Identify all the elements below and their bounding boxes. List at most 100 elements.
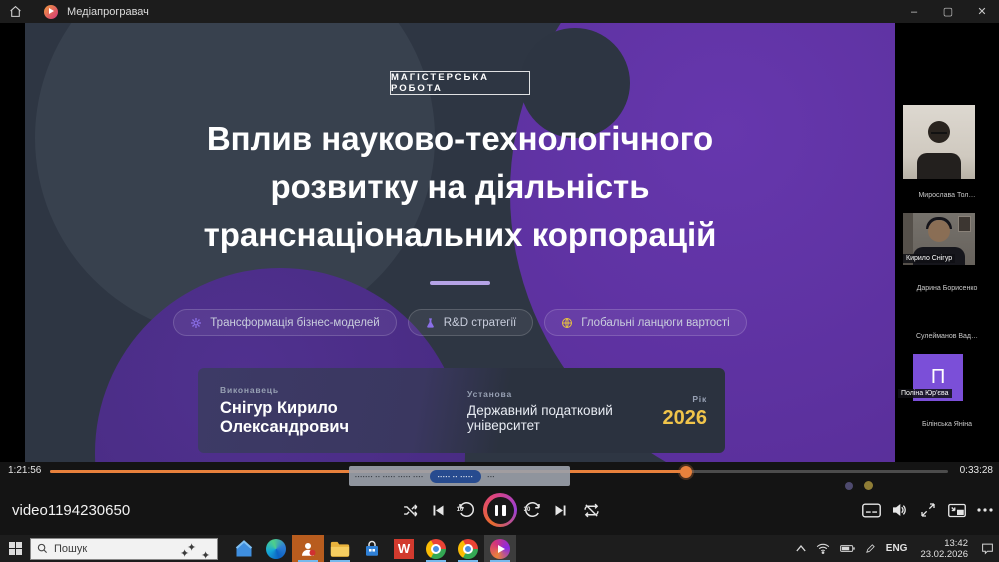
remaining-time: 0:33:28 bbox=[960, 465, 993, 476]
video-notification-banner: ▪▪▪▪▪▪▪ ▪▪ ▪▪▪▪▪ ▪▪▪▪▪ ▪▪▪▪ ▪▪▪▪▪ ▪▪ ▪▪▪… bbox=[349, 466, 570, 486]
battery-icon[interactable] bbox=[835, 535, 860, 562]
globe-icon bbox=[561, 317, 573, 329]
previous-button[interactable] bbox=[424, 496, 452, 524]
edge-icon bbox=[266, 539, 286, 559]
year-block: Рік 2026 bbox=[663, 394, 726, 428]
shuffle-icon bbox=[402, 502, 419, 519]
video-viewport[interactable]: МАГІСТЕРСЬКА РОБОТА Вплив науково-технол… bbox=[0, 23, 999, 462]
subtitles-icon bbox=[862, 503, 881, 518]
fullscreen-icon bbox=[920, 502, 936, 518]
title-divider bbox=[430, 281, 490, 285]
taskbar: Пошук ✦✦✦ bbox=[0, 535, 999, 562]
slide-title-line: Вплив науково-технологічного bbox=[85, 115, 835, 163]
system-tray: ENG 13:42 23.02.2026 bbox=[791, 535, 999, 562]
rewind-10-button[interactable]: 10 bbox=[452, 496, 480, 524]
slide-title-line: розвитку на діяльність bbox=[85, 163, 835, 211]
avatar bbox=[917, 153, 961, 179]
slide-badge: МАГІСТЕРСЬКА РОБОТА bbox=[390, 71, 530, 95]
more-options-icon bbox=[977, 508, 993, 512]
edge-browser-icon[interactable] bbox=[260, 535, 292, 562]
gear-icon bbox=[190, 317, 202, 329]
titlebar: Медіапрогравач – ▢ ✕ bbox=[0, 0, 999, 23]
search-placeholder: Пошук bbox=[54, 543, 87, 555]
media-title: video1194230650 bbox=[12, 502, 130, 519]
media-player-taskbar-icon[interactable] bbox=[484, 535, 516, 562]
w-letter-icon: W bbox=[394, 539, 414, 559]
participant-name: Сулейманов Вад… bbox=[895, 333, 999, 340]
store-bag-icon bbox=[363, 540, 381, 558]
shuffle-button[interactable] bbox=[396, 496, 424, 524]
year-value: 2026 bbox=[663, 408, 708, 428]
next-track-icon bbox=[553, 503, 568, 518]
avatar bbox=[931, 132, 947, 136]
seek-knob[interactable] bbox=[680, 466, 692, 478]
volume-button[interactable] bbox=[885, 496, 913, 524]
chip-label: R&D стратегії bbox=[444, 317, 517, 329]
close-button[interactable]: ✕ bbox=[965, 0, 999, 23]
action-center-icon[interactable] bbox=[976, 535, 999, 562]
pause-button[interactable] bbox=[483, 493, 517, 527]
participant-video bbox=[903, 105, 975, 179]
pen-icon[interactable] bbox=[860, 535, 881, 562]
rewind-10-label: 10 bbox=[457, 507, 464, 513]
mini-player-button[interactable] bbox=[943, 496, 971, 524]
notification-text-illegible: ▪▪▪▪▪▪▪ ▪▪ ▪▪▪▪▪ ▪▪▪▪▪ ▪▪▪▪ bbox=[355, 474, 424, 479]
search-icon bbox=[37, 543, 48, 554]
chrome-browser-icon[interactable] bbox=[420, 535, 452, 562]
tray-chevron-icon[interactable] bbox=[791, 535, 811, 562]
language-indicator[interactable]: ENG bbox=[881, 535, 913, 562]
picture-in-picture-icon bbox=[948, 503, 966, 518]
year-label: Рік bbox=[663, 394, 708, 404]
executor-block: Виконавець Снігур Кирило Олександрович bbox=[198, 385, 441, 437]
media-player-logo-icon bbox=[44, 5, 58, 19]
clock[interactable]: 13:42 23.02.2026 bbox=[912, 538, 976, 560]
chrome-browser-icon-2[interactable] bbox=[452, 535, 484, 562]
store-app-icon[interactable] bbox=[356, 535, 388, 562]
avatar bbox=[958, 216, 971, 232]
search-input[interactable]: Пошук ✦✦✦ bbox=[30, 538, 218, 560]
minimize-button[interactable]: – bbox=[897, 0, 931, 23]
participant-name: Кирило Снігур bbox=[903, 254, 955, 263]
media-player-window: Медіапрогравач – ▢ ✕ МАГІСТЕРСЬКА РОБОТА… bbox=[0, 0, 999, 562]
forward-30-label: 30 bbox=[524, 507, 531, 513]
fullscreen-button[interactable] bbox=[914, 496, 942, 524]
chrome-icon bbox=[426, 539, 446, 559]
decor-dot bbox=[864, 481, 873, 490]
maximize-button[interactable]: ▢ bbox=[931, 0, 965, 23]
notification-button-illegible[interactable]: ▪▪▪▪▪ ▪▪ ▪▪▪▪▪ bbox=[430, 470, 482, 483]
chip-rd-strategy: R&D стратегії bbox=[408, 309, 534, 336]
chip-label: Трансформація бізнес-моделей bbox=[210, 317, 379, 329]
taskbar-apps: W bbox=[228, 535, 516, 562]
forward-30-button[interactable]: 30 bbox=[519, 496, 547, 524]
house-icon bbox=[234, 539, 254, 559]
next-button[interactable] bbox=[546, 496, 574, 524]
more-options-button[interactable] bbox=[971, 496, 999, 524]
previous-track-icon bbox=[431, 503, 446, 518]
app-title: Медіапрогравач bbox=[67, 6, 149, 18]
avatar-initial: П bbox=[931, 366, 945, 389]
slide-title: Вплив науково-технологічного розвитку на… bbox=[85, 115, 835, 259]
participants-sidebar: Мирослава Тол… Кирило Снігур Дарина Бори… bbox=[895, 23, 999, 462]
file-explorer-icon[interactable] bbox=[324, 535, 356, 562]
pause-icon bbox=[487, 497, 514, 524]
home-icon[interactable] bbox=[0, 0, 30, 23]
presentation-slide: МАГІСТЕРСЬКА РОБОТА Вплив науково-технол… bbox=[25, 23, 895, 462]
w-app-icon[interactable]: W bbox=[388, 535, 420, 562]
avatar bbox=[928, 220, 950, 242]
chip-business-models: Трансформація бізнес-моделей bbox=[173, 309, 396, 336]
decor-dot bbox=[845, 482, 853, 490]
home-app-icon[interactable] bbox=[228, 535, 260, 562]
flask-icon bbox=[425, 317, 436, 329]
orange-app-icon[interactable] bbox=[292, 535, 324, 562]
chrome-icon bbox=[458, 539, 478, 559]
search-highlights-icon: ✦✦✦ bbox=[179, 540, 213, 560]
folder-icon bbox=[330, 540, 350, 557]
network-icon[interactable] bbox=[811, 535, 835, 562]
executor-label: Виконавець bbox=[220, 385, 441, 395]
repeat-off-button[interactable] bbox=[577, 496, 605, 524]
subtitles-button[interactable] bbox=[857, 496, 885, 524]
start-button[interactable] bbox=[0, 535, 30, 562]
topic-chips: Трансформація бізнес-моделей R&D стратег… bbox=[25, 309, 895, 336]
elapsed-time: 1:21:56 bbox=[8, 465, 41, 476]
institution-name: Державний податковий університет bbox=[467, 403, 662, 433]
